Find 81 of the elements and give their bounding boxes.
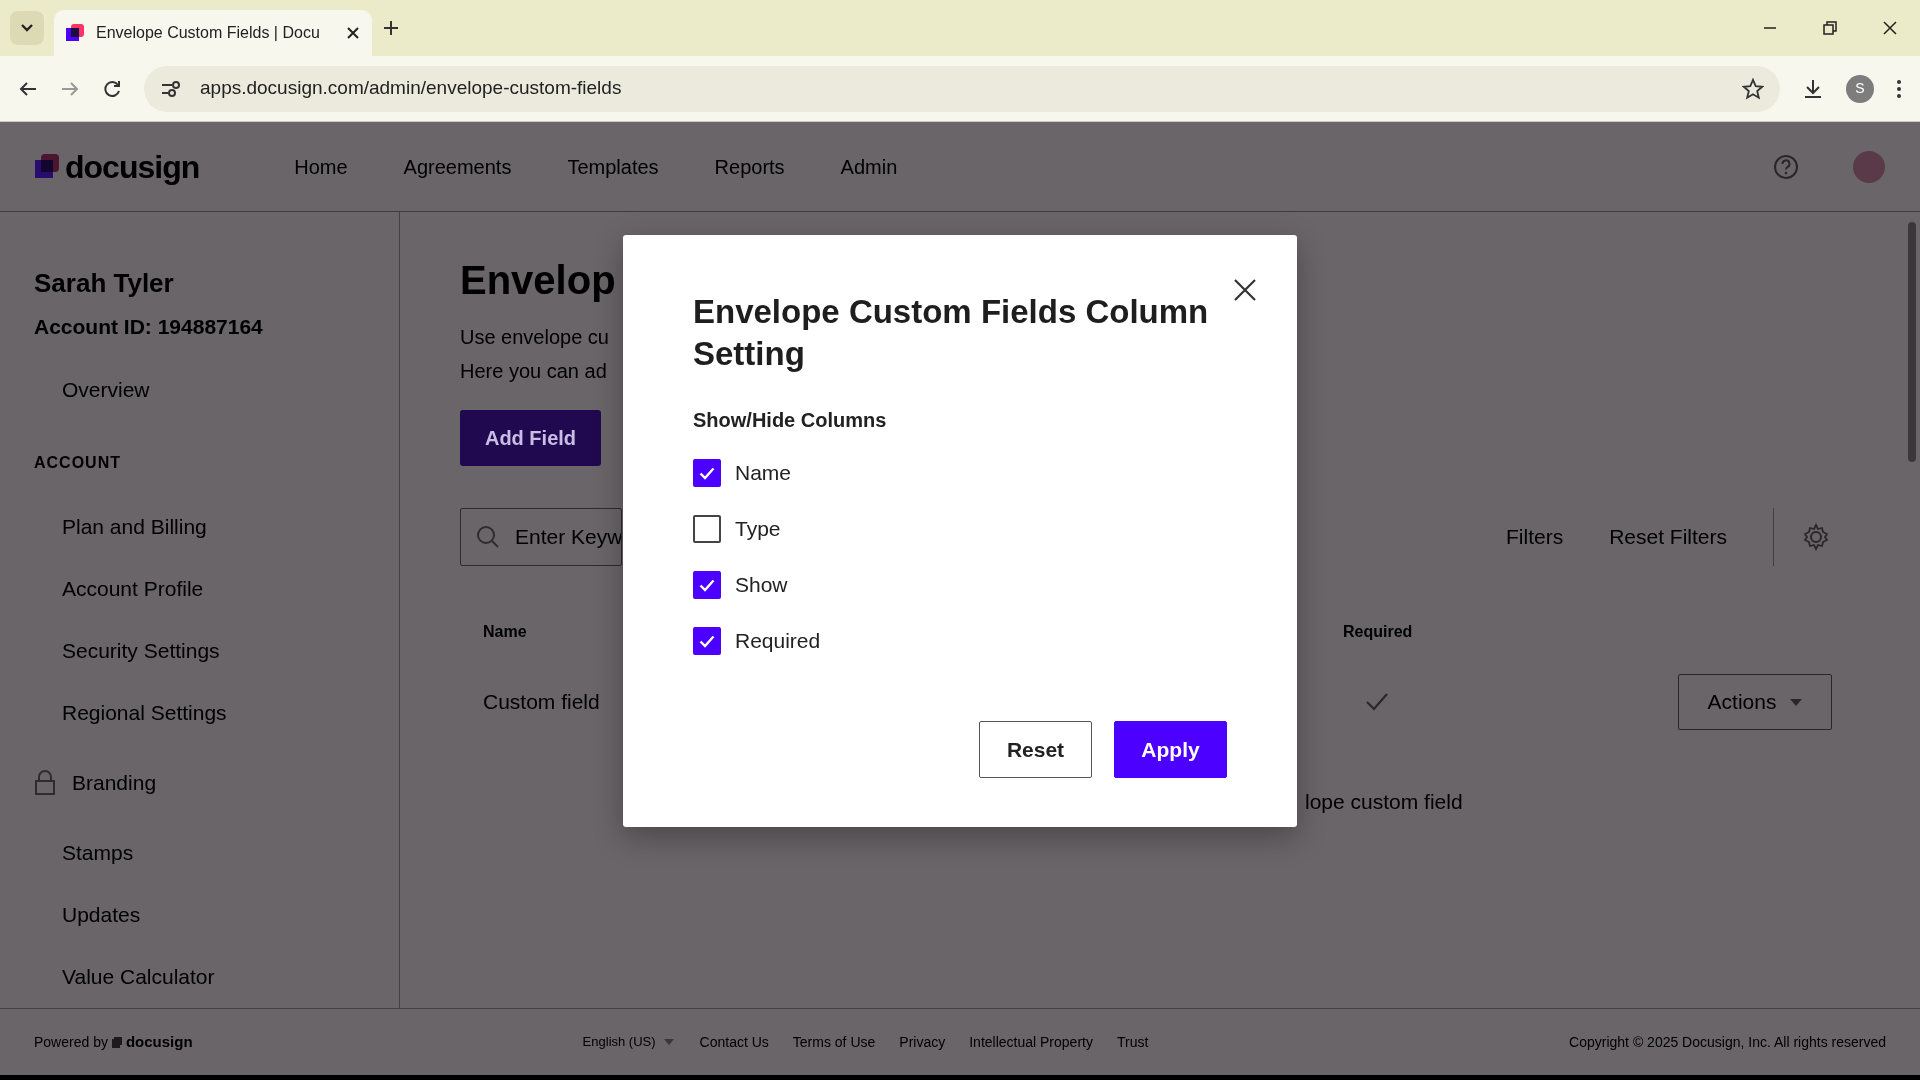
sidebar-item[interactable]: Account Profile	[34, 557, 204, 620]
description-text: Here you can ad	[460, 359, 607, 384]
checkbox[interactable]	[693, 571, 721, 599]
sidebar-item[interactable]: Plan and Billing	[34, 495, 207, 558]
nav-link-item[interactable]: Admin	[840, 151, 898, 182]
profile-avatar[interactable]: S	[1846, 74, 1874, 103]
sidebar-item[interactable]: Security Settings	[34, 619, 220, 682]
footer-link[interactable]: Contact Us	[699, 1031, 769, 1053]
logo-text: docusign	[65, 147, 200, 187]
new-tab-icon[interactable]	[382, 19, 400, 37]
footer-link[interactable]: Privacy	[899, 1031, 946, 1053]
apply-button[interactable]: Apply	[1114, 721, 1227, 778]
nav-link-item[interactable]: Home	[294, 151, 348, 182]
reset-button[interactable]: Reset	[979, 721, 1092, 778]
site-favicon-icon	[66, 24, 84, 42]
tab-title: Envelope Custom Fields | Docu	[96, 23, 321, 43]
reload-icon[interactable]	[102, 78, 122, 99]
download-icon[interactable]	[1802, 77, 1824, 100]
sidebar-item[interactable]: Stamps	[34, 821, 134, 884]
reset-filters-button[interactable]: Reset Filters	[1609, 521, 1727, 553]
checkmark-icon	[699, 634, 715, 648]
caret-icon	[1790, 698, 1803, 706]
powered-by-text: Powered by	[34, 1032, 108, 1052]
footer-link[interactable]: Intellectual Property	[969, 1031, 1093, 1053]
close-icon[interactable]	[1882, 20, 1898, 36]
url-text: apps.docusign.com/admin/envelope-custom-fields	[200, 76, 623, 101]
tab-list-button[interactable]	[10, 11, 44, 45]
checkbox[interactable]	[693, 459, 721, 487]
page-title: Envelop	[460, 257, 616, 304]
restore-icon[interactable]	[1822, 20, 1838, 36]
sidebar-item[interactable]: Branding	[34, 743, 157, 822]
chevron-down-icon	[20, 23, 34, 33]
checkbox[interactable]	[693, 627, 721, 655]
close-icon[interactable]	[346, 26, 360, 40]
description-text: Use envelope cu	[460, 325, 609, 350]
actions-button[interactable]: Actions	[1678, 674, 1832, 730]
table-cell: Custom field	[483, 690, 600, 714]
account-id: Account ID: 194887164	[34, 314, 264, 340]
user-name: Sarah Tyler	[34, 267, 175, 300]
language-dropdown[interactable]: English (US)	[582, 1031, 674, 1053]
checkbox[interactable]	[693, 515, 721, 543]
sidebar-section-heading: ACCOUNT	[34, 453, 122, 473]
star-icon[interactable]	[1742, 77, 1764, 100]
footer-logo-text: docusign	[125, 1031, 193, 1052]
sidebar-item[interactable]: Updates	[34, 883, 141, 946]
sidebar-item[interactable]: Regional Settings	[34, 681, 227, 744]
footer-link[interactable]: Terms of Use	[792, 1031, 876, 1053]
checkmark-icon	[699, 578, 715, 592]
nav-link-item[interactable]: Agreements	[403, 151, 512, 182]
close-icon	[1233, 277, 1257, 302]
checkbox-label: Name	[735, 460, 792, 487]
browser-tab[interactable]: Envelope Custom Fields | Docu	[54, 10, 372, 56]
nav-link-item[interactable]: Templates	[567, 151, 659, 182]
section-heading: Show/Hide Columns	[693, 408, 888, 433]
scrollbar-thumb[interactable]	[1908, 222, 1916, 462]
search-icon	[475, 524, 501, 550]
sidebar-item[interactable]: Overview	[34, 358, 150, 421]
add-field-button[interactable]: Add Field	[460, 410, 601, 466]
checkbox-label: Show	[735, 572, 788, 599]
checkbox-label: Required	[735, 628, 821, 655]
checkbox-label: Type	[735, 516, 781, 543]
help-icon[interactable]	[1773, 153, 1799, 180]
sidebar-item[interactable]: Value Calculator	[34, 945, 215, 1008]
dialog-title: Envelope Custom Fields Column Setting	[693, 292, 1210, 374]
checkmark-icon	[699, 466, 715, 480]
filters-button[interactable]: Filters	[1505, 521, 1564, 553]
site-settings-icon	[160, 79, 182, 98]
logo-icon	[111, 1036, 122, 1048]
logo-icon	[35, 153, 59, 180]
column-header: Required	[1343, 623, 1413, 640]
nav-link-item[interactable]: Reports	[714, 151, 785, 182]
copyright-text: Copyright © 2025 Docusign, Inc. All rights reserved	[1569, 1032, 1886, 1052]
settings-icon[interactable]	[1802, 523, 1830, 551]
caret-icon	[663, 1039, 674, 1045]
address-bar[interactable]: apps.docusign.com/admin/envelope-custom-fields	[144, 65, 1780, 112]
column-header: Name	[483, 623, 527, 640]
footer-link[interactable]: Trust	[1116, 1031, 1149, 1053]
lock-icon	[34, 769, 56, 796]
menu-icon[interactable]	[1896, 78, 1902, 99]
table-cell-text: lope custom field	[1305, 789, 1463, 815]
sidebar-item-label: Branding	[72, 769, 157, 796]
